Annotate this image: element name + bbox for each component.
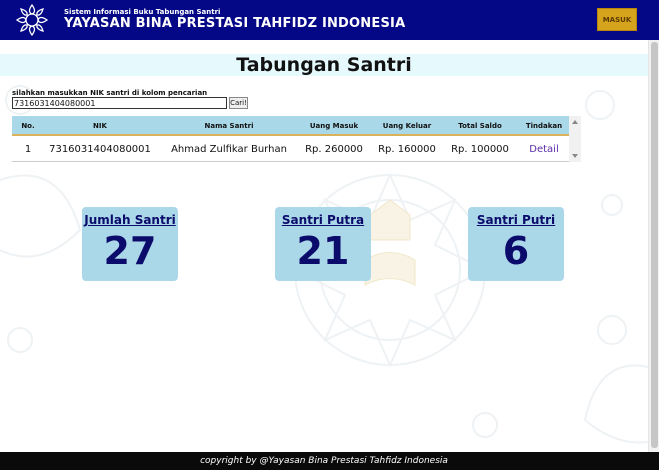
stat-label: Santri Putra (281, 213, 365, 227)
column-header-total-saldo: Total Saldo (458, 122, 502, 130)
column-header-nik: NIK (93, 122, 107, 130)
page-scrollbar-thumb[interactable] (651, 42, 658, 448)
scroll-down-icon[interactable] (572, 154, 578, 158)
cell-uang-masuk: Rp. 260000 (305, 144, 363, 155)
cell-nama: Ahmad Zulfikar Burhan (171, 144, 287, 155)
search-label: silahkan masukkan NIK santri di kolom pe… (12, 89, 208, 97)
stat-card-santri-putra: Santri Putra 21 (275, 207, 371, 281)
page-scrollbar[interactable] (648, 40, 659, 452)
column-header-no: No. (21, 122, 35, 130)
logo-icon (15, 3, 49, 37)
stat-value: 6 (502, 229, 530, 273)
cell-no: 1 (24, 144, 32, 155)
stat-card-jumlah-santri: Jumlah Santri 27 (82, 207, 178, 281)
header-title: YAYASAN BINA PRESTASI TAHFIDZ INDONESIA (64, 16, 406, 31)
column-header-nama: Nama Santri (204, 122, 254, 130)
column-header-uang-keluar: Uang Keluar (382, 122, 432, 130)
header-subtitle: Sistem Informasi Buku Tabungan Santri (64, 8, 221, 16)
detail-link[interactable]: Detail (518, 138, 570, 162)
cell-uang-keluar: Rp. 160000 (378, 144, 436, 155)
stat-label: Jumlah Santri (84, 213, 176, 227)
table-header: No. NIK Nama Santri Uang Masuk Uang Kelu… (12, 116, 569, 136)
cell-nik: 7316031404080001 (49, 144, 151, 155)
cell-total-saldo: Rp. 100000 (451, 144, 509, 155)
column-header-uang-masuk: Uang Masuk (309, 122, 359, 130)
scroll-up-icon[interactable] (572, 120, 578, 124)
column-header-tindakan: Tindakan (525, 122, 563, 130)
footer-corner (648, 452, 659, 470)
stat-label: Santri Putri (476, 213, 556, 227)
stat-value: 21 (296, 229, 350, 273)
stat-card-santri-putri: Santri Putri 6 (468, 207, 564, 281)
footer: copyright by @Yayasan Bina Prestasi Tahf… (0, 452, 648, 470)
top-header: Sistem Informasi Buku Tabungan Santri YA… (0, 0, 659, 40)
page-title: Tabungan Santri (236, 54, 412, 76)
search-button[interactable]: Cari! (229, 97, 248, 109)
login-button[interactable]: MASUK (597, 8, 637, 31)
search-input[interactable] (12, 97, 227, 109)
table-scrollbar[interactable] (569, 116, 581, 162)
savings-table: No. NIK Nama Santri Uang Masuk Uang Kelu… (12, 116, 581, 162)
stat-value: 27 (103, 229, 157, 273)
